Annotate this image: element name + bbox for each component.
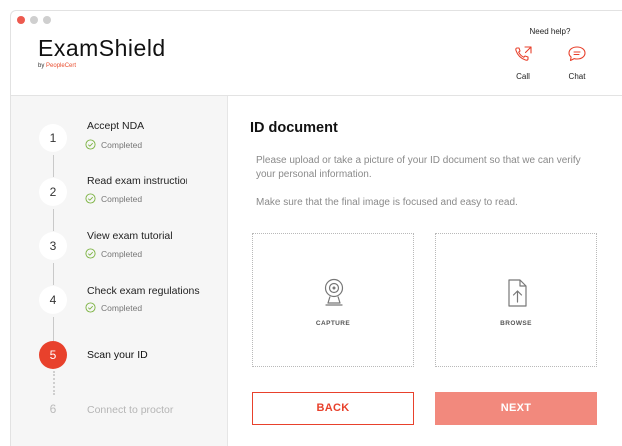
need-help-label: Need help? bbox=[529, 27, 571, 36]
step-1-number: 1 bbox=[39, 124, 67, 152]
step-1-status-text: Completed bbox=[101, 139, 143, 150]
app-window: ExamShield by PeopleCert Need help? Call… bbox=[10, 10, 622, 446]
step-2-label: Read exam instructions bbox=[87, 175, 187, 187]
brand-name: ExamShield bbox=[38, 35, 166, 61]
step-4-number: 4 bbox=[39, 286, 67, 314]
close-window-button[interactable] bbox=[17, 16, 25, 24]
main-content: ID document Please upload or take a pict… bbox=[228, 96, 622, 446]
call-button[interactable]: Call bbox=[503, 45, 543, 81]
image-quality-hint: Make sure that the final image is focuse… bbox=[256, 197, 518, 208]
step-2-status-text: Completed bbox=[101, 193, 143, 204]
steps-sidebar: 1 Accept NDA Completed 2 Read exam instr… bbox=[11, 96, 228, 446]
brand-company: PeopleCert bbox=[46, 63, 77, 69]
step-3-label: View exam tutorial bbox=[87, 230, 173, 242]
step-connector bbox=[53, 317, 54, 341]
step-connector bbox=[53, 209, 54, 231]
check-circle-icon bbox=[85, 193, 96, 204]
step-1-label: Accept NDA bbox=[87, 120, 145, 132]
step-3-status: Completed bbox=[85, 248, 142, 259]
phone-icon bbox=[515, 46, 532, 61]
upload-file-icon bbox=[508, 279, 527, 307]
browse-option[interactable]: BROWSE bbox=[435, 233, 597, 367]
check-circle-icon bbox=[85, 139, 96, 150]
maximize-window-button[interactable] bbox=[43, 16, 51, 24]
check-circle-icon bbox=[85, 302, 96, 313]
webcam-icon bbox=[324, 278, 344, 306]
capture-option[interactable]: CAPTURE bbox=[252, 233, 414, 367]
step-3-status-text: Completed bbox=[101, 248, 143, 259]
call-label: Call bbox=[516, 72, 530, 81]
step-5-label: Scan your ID bbox=[87, 349, 148, 361]
brand-byline: by PeopleCert bbox=[38, 63, 166, 69]
chat-bubble-icon bbox=[568, 46, 586, 62]
brand-by-prefix: by bbox=[38, 63, 47, 69]
minimize-window-button[interactable] bbox=[30, 16, 38, 24]
step-4-status: Completed bbox=[85, 302, 142, 313]
step-connector-pending bbox=[53, 371, 55, 395]
step-1-status: Completed bbox=[85, 139, 142, 150]
upload-instructions: Please upload or take a picture of your … bbox=[256, 155, 581, 180]
window-controls bbox=[17, 16, 51, 24]
capture-label: CAPTURE bbox=[315, 320, 351, 327]
brand-logo: ExamShield by PeopleCert bbox=[38, 35, 166, 69]
browse-label: BROWSE bbox=[500, 320, 532, 327]
step-6-number: 6 bbox=[49, 402, 57, 416]
chat-button[interactable]: Chat bbox=[557, 45, 597, 81]
step-2-number: 2 bbox=[39, 178, 67, 206]
step-6-label: Connect to proctor bbox=[87, 404, 174, 416]
step-connector bbox=[53, 263, 54, 285]
step-2-status: Completed bbox=[85, 193, 142, 204]
next-button[interactable]: NEXT bbox=[435, 392, 597, 425]
step-4-label: Check exam regulations bbox=[87, 285, 200, 297]
step-connector bbox=[53, 155, 54, 177]
check-circle-icon bbox=[85, 248, 96, 259]
step-5-number: 5 bbox=[39, 341, 67, 369]
chat-label: Chat bbox=[568, 72, 586, 81]
back-button[interactable]: BACK bbox=[252, 392, 414, 425]
page-title: ID document bbox=[250, 120, 338, 136]
step-3-number: 3 bbox=[39, 232, 67, 260]
step-4-status-text: Completed bbox=[101, 302, 143, 313]
